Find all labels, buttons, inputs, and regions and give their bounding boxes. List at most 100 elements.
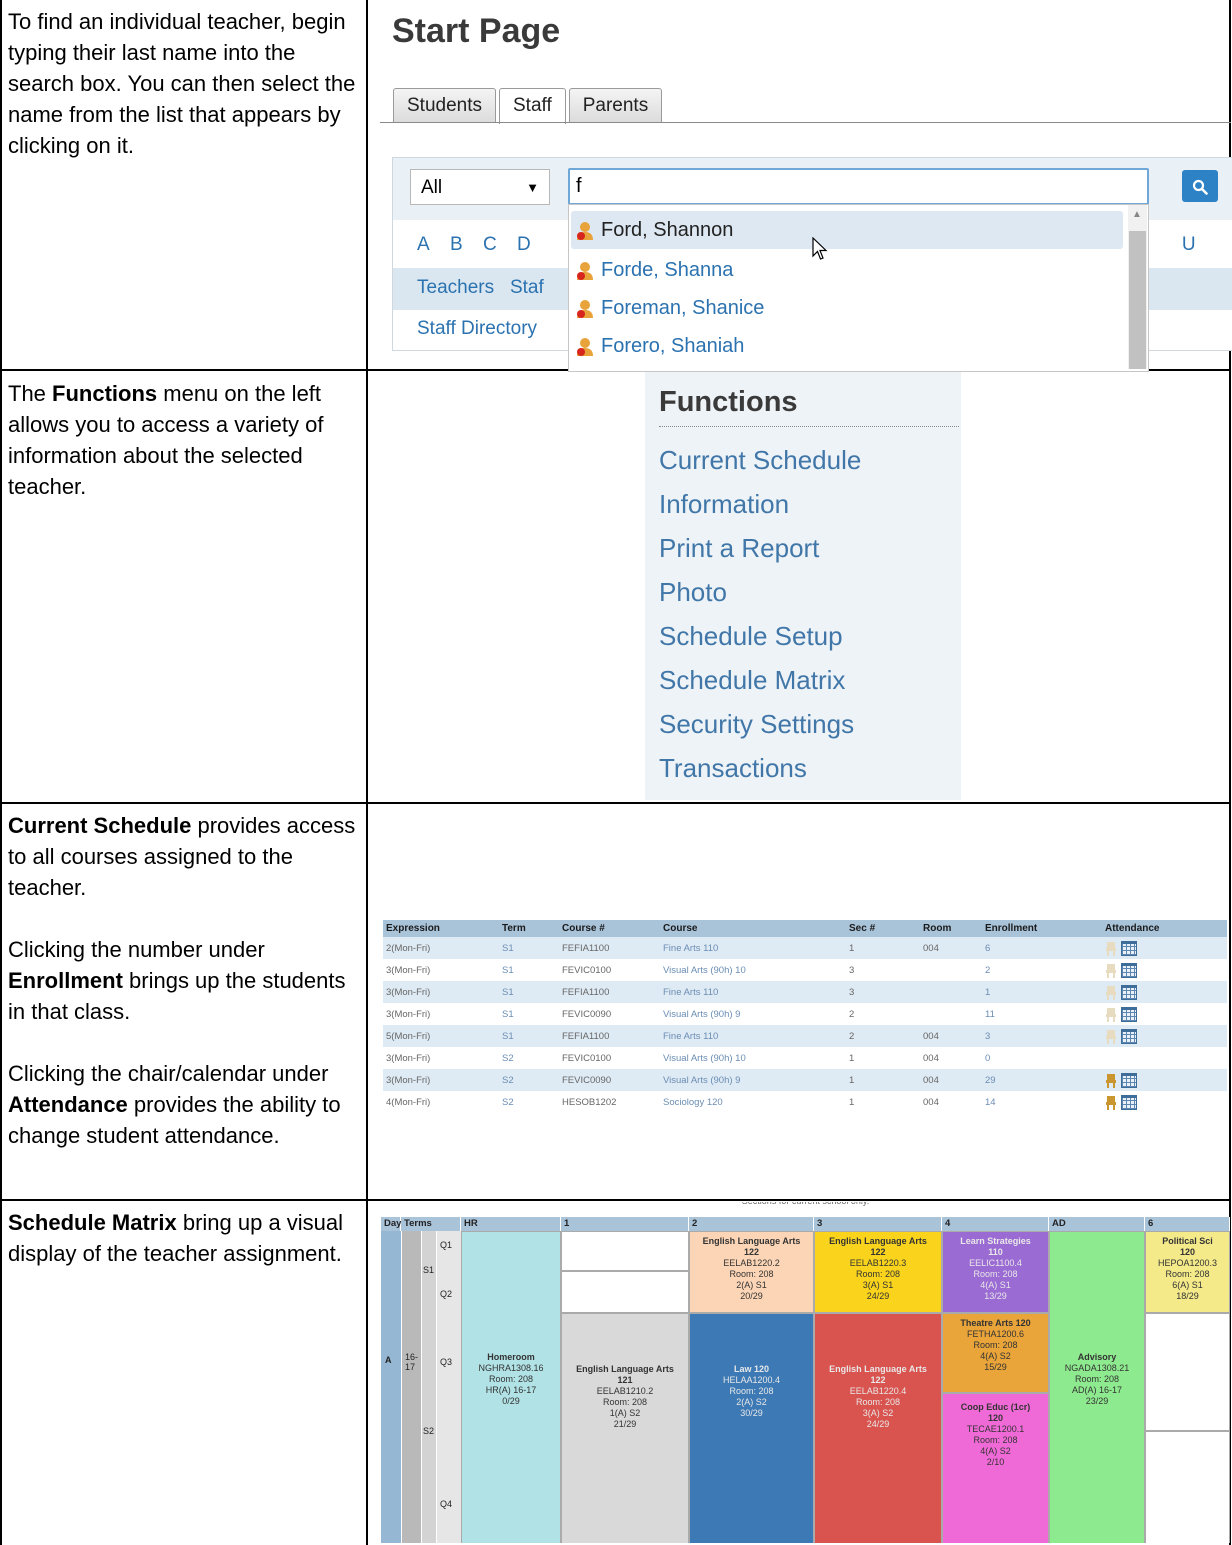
quarter-label-q4: Q4 xyxy=(440,1499,453,1509)
chair-icon[interactable] xyxy=(1105,1029,1117,1044)
course-cell-coop-educ[interactable]: Coop Educ (1cr) 120 TECAE1200.1 Room: 208 4(… xyxy=(942,1393,1049,1543)
filter-select[interactable]: All ▼ xyxy=(410,169,550,205)
staff-person-icon xyxy=(577,338,593,356)
course-detail: HR(A) 16-17 xyxy=(485,1385,537,1395)
search-icon xyxy=(1192,179,1208,195)
cell-course[interactable]: Visual Arts (90h) 10 xyxy=(660,1047,846,1069)
cell-course[interactable]: Fine Arts 110 xyxy=(660,981,846,1003)
suggestion-item[interactable]: Forero, Shaniah xyxy=(571,327,1123,365)
course-cell-law-120[interactable]: Law 120 HELAA1200.4 Room: 208 2(A) S2 30/29 xyxy=(689,1313,814,1543)
scrollbar-thumb[interactable] xyxy=(1129,231,1146,369)
alpha-link-u[interactable]: U xyxy=(1182,234,1196,255)
matrix-header-hr: HR xyxy=(461,1217,561,1231)
staff-directory-link[interactable]: Staff Directory xyxy=(417,318,537,340)
cell-room: 004 xyxy=(920,937,982,959)
course-name: Law 120 xyxy=(733,1364,770,1374)
alpha-link-b[interactable]: B xyxy=(450,234,463,255)
search-input[interactable]: f xyxy=(568,168,1149,205)
course-detail: 0/29 xyxy=(502,1396,520,1406)
cell-enrollment[interactable]: 11 xyxy=(982,1003,1102,1025)
tab-parents[interactable]: Parents xyxy=(568,88,663,122)
course-cell-homeroom[interactable]: Homeroom NGHRA1308.16 Room: 208 HR(A) 16-17… xyxy=(461,1231,561,1543)
col-expression: Expression xyxy=(383,920,499,937)
course-cell-ela-122-s1-p2[interactable]: English Language Arts 122 EELAB1220.2 Room:… xyxy=(689,1231,814,1313)
cell-enrollment[interactable]: 6 xyxy=(982,937,1102,959)
cell-enrollment[interactable]: 0 xyxy=(982,1047,1102,1069)
chair-icon[interactable] xyxy=(1105,1007,1117,1022)
col-course: Course xyxy=(660,920,846,937)
cell-course[interactable]: Visual Arts (90h) 10 xyxy=(660,959,846,981)
course-cell-learn-strategies[interactable]: Learn Strategies 110 EELIC1100.4 Room: 208 4… xyxy=(942,1231,1049,1313)
cell-term: S2 xyxy=(502,1096,514,1108)
alpha-link-d[interactable]: D xyxy=(517,234,531,255)
table-border-middle xyxy=(366,0,368,1545)
chair-icon[interactable] xyxy=(1105,941,1117,956)
menu-item-schedule-matrix[interactable]: Schedule Matrix xyxy=(659,665,845,696)
cell-course[interactable]: Sociology 120 xyxy=(660,1091,846,1113)
search-button[interactable] xyxy=(1182,170,1218,202)
calendar-icon[interactable] xyxy=(1121,962,1137,978)
suggestion-item[interactable]: Forde, Shanna xyxy=(571,251,1123,289)
cell-enrollment[interactable]: 29 xyxy=(982,1069,1102,1091)
matrix-header-period-3: 3 xyxy=(814,1217,942,1231)
menu-item-security-settings[interactable]: Security Settings xyxy=(659,709,854,740)
course-cell-political-sci[interactable]: Political Sci 120 HEPOA1200.3 Room: 208 6(A)… xyxy=(1145,1231,1230,1313)
course-detail: 3(A) S1 xyxy=(862,1280,894,1290)
menu-item-transactions[interactable]: Transactions xyxy=(659,753,807,784)
course-detail: 15/29 xyxy=(984,1362,1007,1372)
chair-icon[interactable] xyxy=(1105,1095,1117,1110)
suggestion-item[interactable]: Foreman, Shanice xyxy=(571,289,1123,327)
calendar-icon[interactable] xyxy=(1121,1006,1137,1022)
cell-sec-num: 2 xyxy=(849,1008,855,1020)
menu-item-current-schedule[interactable]: Current Schedule xyxy=(659,445,861,476)
alpha-link-a[interactable]: A xyxy=(417,234,430,255)
course-cell-ela-122-s2-p3[interactable]: English Language Arts 122 EELAB1220.4 Room:… xyxy=(814,1313,942,1543)
suggestion-label: Ford, Shannon xyxy=(601,219,734,241)
alpha-link-c[interactable]: C xyxy=(483,234,497,255)
chair-icon[interactable] xyxy=(1105,963,1117,978)
calendar-icon[interactable] xyxy=(1121,1072,1137,1088)
cell-enrollment[interactable]: 1 xyxy=(982,981,1102,1003)
course-detail: 4(A) S2 xyxy=(980,1446,1011,1456)
dropdown-scrollbar[interactable]: ▲ xyxy=(1128,205,1147,369)
matrix-header-terms: Terms xyxy=(401,1217,461,1231)
menu-item-print-report[interactable]: Print a Report xyxy=(659,533,819,564)
course-detail: 2/10 xyxy=(986,1457,1005,1467)
tab-staff[interactable]: Staff xyxy=(499,88,566,124)
calendar-icon[interactable] xyxy=(1121,984,1137,1000)
cell-course[interactable]: Visual Arts (90h) 9 xyxy=(660,1069,846,1091)
teachers-link[interactable]: Teachers xyxy=(417,277,494,298)
course-cell-theatre-arts[interactable]: Theatre Arts 120 FETHA1200.6 Room: 208 4(A)… xyxy=(942,1313,1049,1393)
course-cell-advisory[interactable]: Advisory NGADA1308.21 Room: 208 AD(A) 16-17… xyxy=(1049,1231,1145,1543)
course-detail: 1(A) S2 xyxy=(609,1408,641,1418)
menu-item-schedule-setup[interactable]: Schedule Setup xyxy=(659,621,843,652)
cell-enrollment[interactable]: 3 xyxy=(982,1025,1102,1047)
calendar-icon[interactable] xyxy=(1121,940,1137,956)
staff-link[interactable]: Staf xyxy=(510,277,544,298)
row2-text: The Functions menu on the left allows yo… xyxy=(8,378,358,502)
cell-enrollment[interactable]: 2 xyxy=(982,959,1102,981)
cell-term: S1 xyxy=(499,1025,559,1047)
suggestion-label: Foreman, Shanice xyxy=(601,297,765,319)
tab-students[interactable]: Students xyxy=(393,88,496,122)
menu-item-information[interactable]: Information xyxy=(659,489,789,520)
course-detail: Room: 208 xyxy=(602,1397,648,1407)
calendar-icon[interactable] xyxy=(1121,1094,1137,1110)
table-row: 2(Mon-Fri) S1 FEFIA1100 Fine Arts 110 1 004 6 xyxy=(383,937,1227,959)
cell-enrollment[interactable]: 14 xyxy=(982,1091,1102,1113)
course-detail: 120 xyxy=(1179,1247,1196,1257)
course-name: Political Sci xyxy=(1162,1236,1213,1246)
cell-course[interactable]: Fine Arts 110 xyxy=(660,937,846,959)
calendar-icon[interactable] xyxy=(1121,1028,1137,1044)
chair-icon[interactable] xyxy=(1105,985,1117,1000)
menu-item-photo[interactable]: Photo xyxy=(659,577,727,608)
suggestion-item[interactable]: Ford, Shannon xyxy=(571,211,1123,249)
row3-para-3: Clicking the chair/calendar under Attend… xyxy=(8,1058,358,1151)
cell-course[interactable]: Visual Arts (90h) 9 xyxy=(660,1003,846,1025)
course-cell-ela-122-s1-p3[interactable]: English Language Arts 122 EELAB1220.3 Room:… xyxy=(814,1231,942,1313)
scroll-up-icon[interactable]: ▲ xyxy=(1132,209,1142,220)
course-cell-ela-121[interactable]: English Language Arts 121 EELAB1210.2 Room:… xyxy=(561,1313,689,1543)
cell-course-num: FEFIA1100 xyxy=(559,981,660,1003)
cell-course[interactable]: Fine Arts 110 xyxy=(660,1025,846,1047)
chair-icon[interactable] xyxy=(1105,1073,1117,1088)
